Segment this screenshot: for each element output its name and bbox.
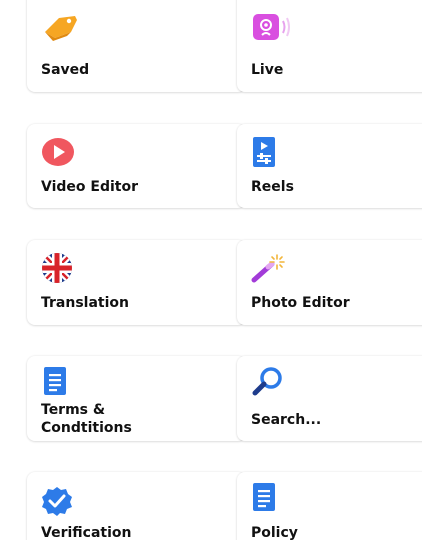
menu-item-video-editor[interactable]: Video Editor (27, 124, 246, 208)
menu-item-photo-editor[interactable]: Photo Editor (237, 240, 422, 325)
menu-item-label: Live (251, 62, 284, 78)
uk-flag-icon (42, 253, 72, 283)
menu-item-search[interactable]: Search... (237, 356, 422, 441)
menu-item-label: Saved (41, 62, 90, 78)
menu-item-live[interactable]: Live (237, 0, 422, 92)
menu-item-label-line1: Terms & (41, 402, 106, 418)
document-icon (44, 367, 66, 395)
menu-item-terms-and-conditions[interactable]: Terms & Condtitions (27, 356, 246, 441)
menu-item-verification[interactable]: Verification (27, 472, 246, 540)
menu-item-label: Translation (41, 295, 129, 311)
tag-icon (45, 16, 77, 41)
menu-item-reels[interactable]: Reels (237, 124, 422, 208)
menu-item-policy[interactable]: Policy (237, 472, 422, 540)
menu-item-label-line2: Condtitions (41, 420, 132, 436)
menu-item-label: Search... (251, 412, 322, 428)
menu-item-saved[interactable]: Saved (27, 0, 246, 92)
reels-icon (253, 137, 275, 167)
verified-badge-icon (42, 487, 72, 516)
menu-item-label: Video Editor (41, 179, 138, 195)
menu-grid: Saved Live Video Editor Reels Translatio… (0, 0, 422, 540)
policy-document-icon (253, 483, 275, 511)
magic-wand-icon (251, 254, 285, 283)
search-icon (252, 367, 282, 396)
menu-item-label: Policy (251, 525, 298, 540)
live-broadcast-icon (253, 14, 290, 40)
menu-item-label: Reels (251, 179, 294, 195)
menu-item-label: Verification (41, 525, 132, 540)
play-icon (42, 138, 74, 166)
menu-item-label: Photo Editor (251, 295, 350, 311)
menu-item-translation[interactable]: Translation (27, 240, 246, 325)
